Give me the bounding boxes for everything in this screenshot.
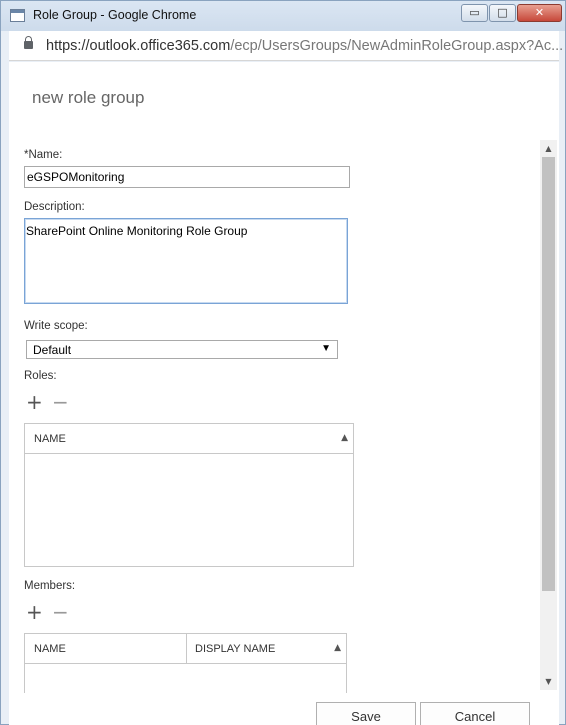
minimize-button[interactable]: ▭ xyxy=(461,4,488,22)
close-button[interactable]: ✕ xyxy=(517,4,562,22)
scroll-down-icon[interactable]: ▼ xyxy=(540,673,557,690)
add-member-icon[interactable]: + xyxy=(26,602,43,622)
members-grid-header: NAME DISPLAY NAME ▲ xyxy=(25,634,346,664)
members-grid: NAME DISPLAY NAME ▲ xyxy=(24,633,347,693)
write-scope-value: Default xyxy=(33,343,72,357)
maximize-button[interactable]: □ xyxy=(489,4,516,22)
window-title: Role Group - Google Chrome xyxy=(33,8,197,22)
description-field[interactable]: SharePoint Online Monitoring Role Group xyxy=(24,218,348,304)
vertical-scrollbar[interactable]: ▲ ▼ xyxy=(540,140,557,690)
window-icon xyxy=(10,9,25,22)
sort-ascending-icon[interactable]: ▲ xyxy=(334,643,341,653)
roles-grid: NAME ▲ xyxy=(24,423,354,567)
members-col-name[interactable]: NAME xyxy=(34,643,66,655)
roles-grid-header: NAME ▲ xyxy=(25,424,353,454)
roles-label: Roles: xyxy=(24,370,57,382)
cancel-button[interactable]: Cancel xyxy=(420,702,530,725)
url-path: /ecp/UsersGroups/NewAdminRoleGroup.aspx?… xyxy=(230,38,564,54)
remove-role-icon[interactable]: − xyxy=(52,392,69,412)
address-bar[interactable]: https://outlook.office365.com/ecp/UsersG… xyxy=(9,31,563,61)
page-title: new role group xyxy=(32,88,145,107)
url-host: https://outlook.office365.com xyxy=(46,38,231,54)
browser-window: Role Group - Google Chrome ▭ □ ✕ https:/… xyxy=(0,0,566,725)
chevron-down-icon: ▼ xyxy=(321,343,331,354)
description-label: Description: xyxy=(24,201,85,213)
column-divider xyxy=(186,634,187,664)
title-bar: Role Group - Google Chrome ▭ □ ✕ xyxy=(1,1,565,31)
add-role-icon[interactable]: + xyxy=(26,392,43,412)
lock-icon xyxy=(24,36,33,49)
name-field[interactable]: eGSPOMonitoring xyxy=(24,166,350,188)
name-label: *Name: xyxy=(24,149,63,161)
members-label: Members: xyxy=(24,580,76,592)
url-text[interactable]: https://outlook.office365.com/ecp/UsersG… xyxy=(46,38,563,54)
members-col-display-name[interactable]: DISPLAY NAME xyxy=(195,643,275,655)
page-content: new role group *Name: eGSPOMonitoring De… xyxy=(9,62,559,725)
sort-ascending-icon[interactable]: ▲ xyxy=(341,433,348,443)
scrollbar-thumb[interactable] xyxy=(542,157,555,591)
write-scope-select[interactable]: Default ▼ xyxy=(26,340,338,359)
scroll-up-icon[interactable]: ▲ xyxy=(540,140,557,157)
roles-col-name[interactable]: NAME xyxy=(34,433,66,445)
remove-member-icon[interactable]: − xyxy=(52,602,69,622)
write-scope-label: Write scope: xyxy=(24,320,88,332)
save-button[interactable]: Save xyxy=(316,702,416,725)
